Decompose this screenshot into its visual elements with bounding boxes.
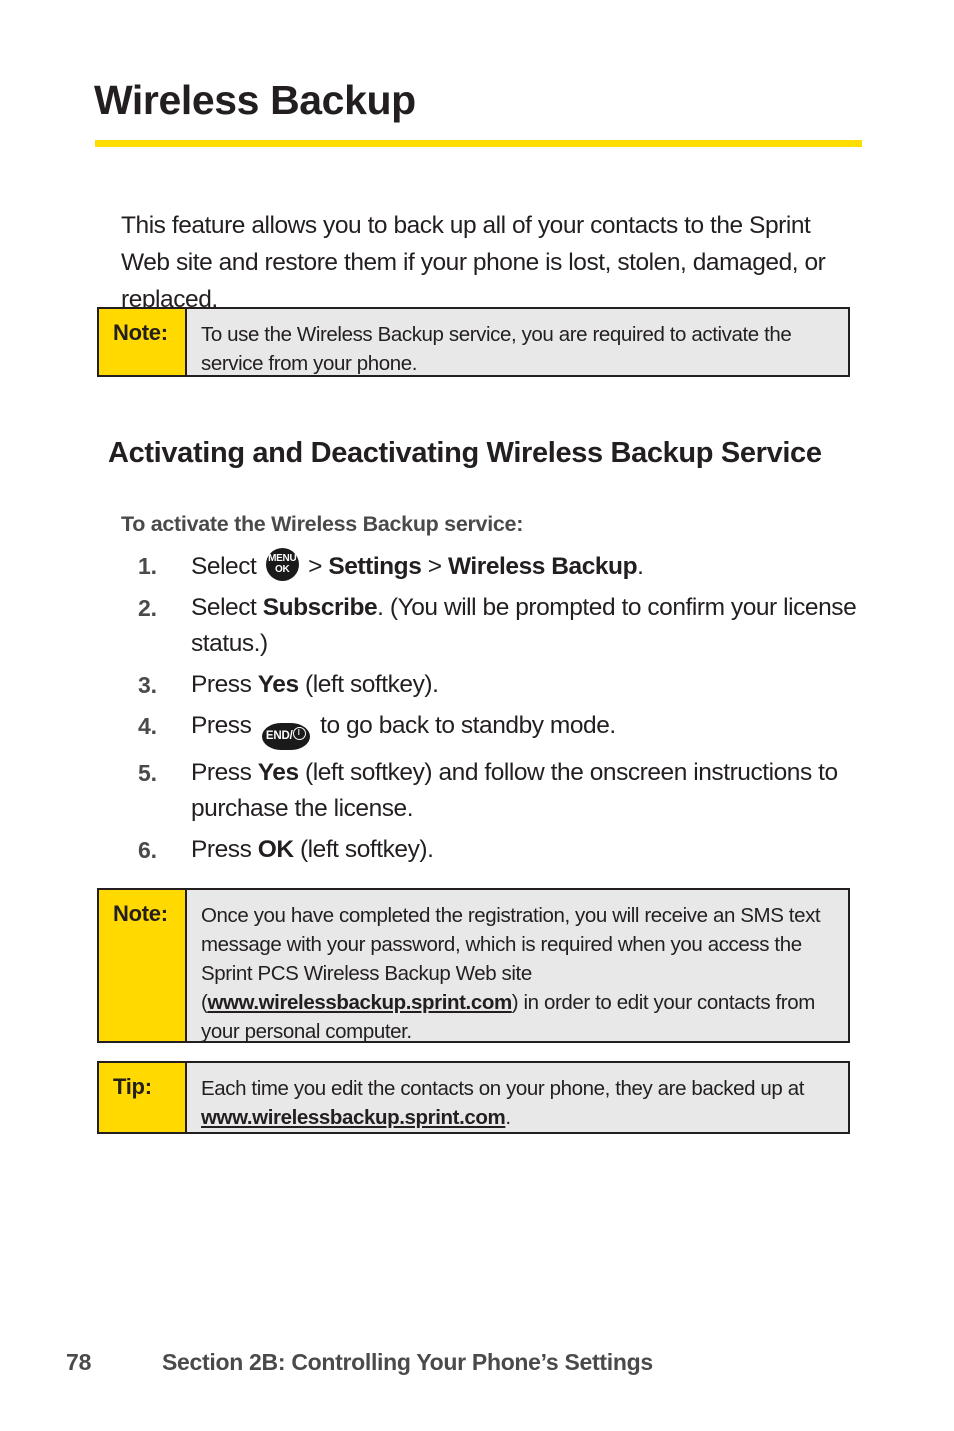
power-symbol-icon xyxy=(292,727,306,740)
step-text: Press OK (left softkey). xyxy=(191,832,862,868)
step-number: 5. xyxy=(138,760,157,786)
tip-callout-text-after: . xyxy=(505,1106,511,1129)
step-bold-wireless-backup: Wireless Backup xyxy=(447,553,638,580)
menu-ok-key-icon-line1: MENU xyxy=(268,553,297,564)
step-bold-ok: OK xyxy=(257,836,294,863)
wireless-backup-url-link[interactable]: www.wirelessbackup.sprint.com xyxy=(201,1106,506,1129)
step-text: Press END/ to go back to standby mode. xyxy=(191,708,862,750)
list-item: 6. Press OK (left softkey). xyxy=(138,832,862,868)
end-power-key-icon-label: END/ xyxy=(265,730,293,742)
step-number: 2. xyxy=(138,595,157,621)
list-item: 4. Press END/ to go back to standby mode… xyxy=(138,708,862,750)
step-text-rest: to go back to standby mode. xyxy=(313,712,616,739)
step-text-rest: (left softkey). xyxy=(293,836,434,863)
title-underline-rule xyxy=(95,140,862,147)
step-text: Select Subscribe. (You will be prompted … xyxy=(191,590,862,662)
intro-paragraph: This feature allows you to back up all o… xyxy=(121,211,826,313)
step-text-rest: (left softkey). xyxy=(298,671,439,698)
list-item: 3. Press Yes (left softkey). xyxy=(138,667,862,703)
list-item: 2. Select Subscribe. (You will be prompt… xyxy=(138,590,862,662)
menu-ok-key-icon-line2: OK xyxy=(274,564,290,575)
step-separator-2: > xyxy=(421,553,448,580)
wireless-backup-url-link[interactable]: www.wirelessbackup.sprint.com xyxy=(207,991,512,1014)
tip-callout-text-before: Each time you edit the contacts on your … xyxy=(201,1077,805,1100)
step-bold-settings: Settings xyxy=(328,553,422,580)
note-callout-1-label: Note: xyxy=(99,309,187,375)
page-title: Wireless Backup xyxy=(94,77,416,123)
end-power-key-icon: END/ xyxy=(261,723,310,750)
step-separator-1: > xyxy=(301,553,329,580)
step-text-lead: Press xyxy=(191,712,258,739)
note-callout-1: Note: To use the Wireless Backup service… xyxy=(97,307,850,377)
note-callout-2-body: Once you have completed the registration… xyxy=(187,890,848,1043)
step-number: 1. xyxy=(138,553,157,579)
steps-list: 1. Select MENU OK > Settings > Wireless B… xyxy=(138,548,862,873)
footer-section-title: Section 2B: Controlling Your Phone’s Set… xyxy=(162,1349,653,1375)
section-heading: Activating and Deactivating Wireless Bac… xyxy=(108,437,822,470)
step-bold-subscribe: Subscribe xyxy=(262,594,378,621)
step-number: 4. xyxy=(138,713,157,739)
list-item: 5. Press Yes (left softkey) and follow t… xyxy=(138,755,862,827)
footer-page-number: 78 xyxy=(66,1349,92,1375)
page-footer: 78 Section 2B: Controlling Your Phone’s … xyxy=(66,1349,653,1376)
list-item: 1. Select MENU OK > Settings > Wireless B… xyxy=(138,548,862,585)
note-callout-2: Note: Once you have completed the regist… xyxy=(97,888,850,1043)
step-number: 6. xyxy=(138,837,157,863)
step-text-lead: Press xyxy=(191,836,258,863)
step-text: Select MENU OK > Settings > Wireless Back… xyxy=(191,548,862,585)
note-callout-1-body: To use the Wireless Backup service, you … xyxy=(201,323,792,375)
tip-callout-body: Each time you edit the contacts on your … xyxy=(187,1063,848,1132)
step-text: Press Yes (left softkey) and follow the … xyxy=(191,755,862,827)
step-end-punct: . xyxy=(637,553,644,580)
menu-ok-key-icon: MENU OK xyxy=(265,548,299,581)
step-bold-yes: Yes xyxy=(257,759,299,786)
note-callout-2-label: Note: xyxy=(99,890,187,1041)
manual-page: Wireless Backup This feature allows you … xyxy=(0,0,954,1431)
step-text-lead: Select xyxy=(191,553,263,580)
step-text: Press Yes (left softkey). xyxy=(191,667,862,703)
step-number: 3. xyxy=(138,672,157,698)
step-text-lead: Press xyxy=(191,759,258,786)
tip-callout-label: Tip: xyxy=(99,1063,187,1132)
step-text-lead: Select xyxy=(191,594,263,621)
tip-callout: Tip: Each time you edit the contacts on … xyxy=(97,1061,850,1134)
step-bold-yes: Yes xyxy=(257,671,299,698)
step-text-lead: Press xyxy=(191,671,258,698)
sub-heading: To activate the Wireless Backup service: xyxy=(121,512,524,536)
